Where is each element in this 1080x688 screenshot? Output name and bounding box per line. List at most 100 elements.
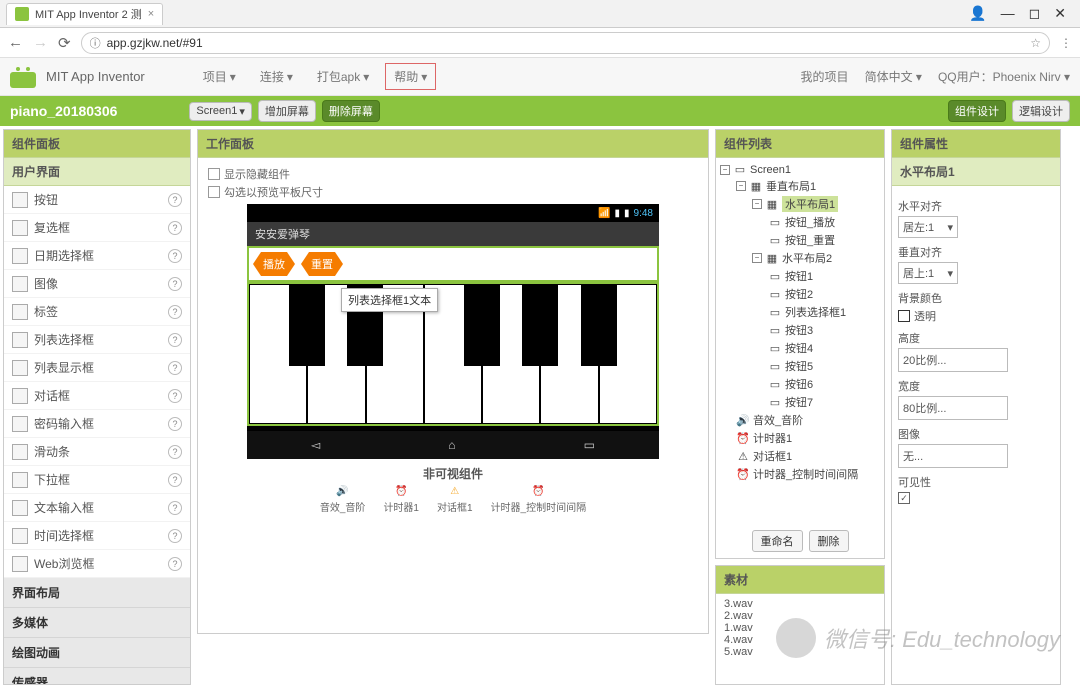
width-input[interactable]: 80比例... [898,396,1008,420]
tree-node[interactable]: ⏰计时器_控制时间间隔 [720,465,880,483]
tree-node[interactable]: 🔊音效_音阶 [720,411,880,429]
palette-item[interactable]: 文本输入框? [4,494,190,522]
close-window-icon[interactable]: ✕ [1054,5,1066,22]
tablet-preview-checkbox[interactable] [208,186,220,198]
menu-connect[interactable]: 连接▾ [252,63,301,90]
user-icon[interactable]: 👤 [969,5,986,22]
palette-item[interactable]: 列表选择框? [4,326,190,354]
halign-select[interactable]: 居左:1▾ [898,216,958,238]
expand-icon[interactable]: − [736,181,746,191]
help-icon[interactable]: ? [168,389,182,403]
h-layout-1[interactable]: 播放 重置 [247,246,659,282]
tree-node[interactable]: ▭按钮_重置 [720,231,880,249]
language-dropdown[interactable]: 简体中文 ▾ [865,68,922,85]
help-icon[interactable]: ? [168,417,182,431]
tree-node[interactable]: −▭Screen1 [720,162,880,177]
palette-item[interactable]: 图像? [4,270,190,298]
palette-item[interactable]: Web浏览框? [4,550,190,578]
tree-node[interactable]: ▭按钮_播放 [720,213,880,231]
help-icon[interactable]: ? [168,193,182,207]
minimize-icon[interactable]: — [1001,5,1015,22]
palette-item[interactable]: 时间选择框? [4,522,190,550]
valign-select[interactable]: 居上:1▾ [898,262,958,284]
black-key[interactable] [289,284,325,366]
delete-screen-button[interactable]: 删除屏幕 [322,100,380,122]
palette-item[interactable]: 按钮? [4,186,190,214]
menu-icon[interactable]: ⋮ [1060,36,1072,50]
invis-sound[interactable]: 🔊音效_音阶 [320,486,366,514]
back-nav-icon[interactable]: ◅ [311,438,320,452]
piano-layout[interactable] [247,282,659,426]
invis-timer2[interactable]: ⏰计时器_控制时间间隔 [491,486,587,514]
palette-cat-user[interactable]: 用户界面 [4,158,190,186]
tree-node[interactable]: −▦水平布局1 [720,195,880,213]
maximize-icon[interactable]: ◻ [1029,5,1041,22]
tree-node[interactable]: ▭按钮4 [720,339,880,357]
palette-item[interactable]: 密码输入框? [4,410,190,438]
expand-icon[interactable]: − [752,199,762,209]
palette-item[interactable]: 日期选择框? [4,242,190,270]
add-screen-button[interactable]: 增加屏幕 [258,100,316,122]
invis-timer1[interactable]: ⏰计时器1 [383,486,419,514]
star-icon[interactable]: ☆ [1030,36,1041,50]
close-tab-icon[interactable]: × [148,8,154,20]
my-projects-link[interactable]: 我的项目 [801,68,849,85]
palette-cat-sensors[interactable]: 传感器 [4,668,190,684]
tree-node[interactable]: −▦垂直布局1 [720,177,880,195]
palette-item[interactable]: 复选框? [4,214,190,242]
menu-project[interactable]: 项目▾ [195,63,244,90]
tree-node[interactable]: ▭按钮1 [720,267,880,285]
palette-cat-media[interactable]: 多媒体 [4,608,190,638]
palette-cat-layout[interactable]: 界面布局 [4,578,190,608]
help-icon[interactable]: ? [168,221,182,235]
rename-button[interactable]: 重命名 [752,530,803,552]
tree-node[interactable]: ⏰计时器1 [720,429,880,447]
help-icon[interactable]: ? [168,249,182,263]
menu-help[interactable]: 帮助▾ [385,63,436,90]
help-icon[interactable]: ? [168,305,182,319]
back-icon[interactable]: ← [8,34,23,51]
black-key[interactable] [464,284,500,366]
palette-item[interactable]: 滑动条? [4,438,190,466]
recent-nav-icon[interactable]: ▭ [584,438,595,452]
black-key[interactable] [581,284,617,366]
tree-node[interactable]: ▭按钮7 [720,393,880,411]
screen-dropdown[interactable]: Screen1▾ [189,102,252,121]
tree-node[interactable]: ⚠对话框1 [720,447,880,465]
help-icon[interactable]: ? [168,473,182,487]
help-icon[interactable]: ? [168,445,182,459]
palette-item[interactable]: 标签? [4,298,190,326]
tree-node[interactable]: ▭按钮5 [720,357,880,375]
height-input[interactable]: 20比例... [898,348,1008,372]
expand-icon[interactable]: − [720,165,730,175]
palette-cat-drawing[interactable]: 绘图动画 [4,638,190,668]
visible-checkbox[interactable]: ✓ [898,492,910,504]
delete-button[interactable]: 删除 [809,530,849,552]
menu-build[interactable]: 打包apk▾ [309,63,377,90]
tree-node[interactable]: ▭按钮6 [720,375,880,393]
play-button[interactable]: 播放 [253,252,295,276]
address-bar[interactable]: ⓘ app.gzjkw.net/#91 ☆ [81,32,1050,54]
palette-item[interactable]: 对话框? [4,382,190,410]
reload-icon[interactable]: ⟳ [58,34,71,52]
media-item[interactable]: 3.wav [724,598,876,610]
help-icon[interactable]: ? [168,557,182,571]
help-icon[interactable]: ? [168,501,182,515]
tree-node[interactable]: ▭列表选择框1 [720,303,880,321]
black-key[interactable] [522,284,558,366]
user-dropdown[interactable]: QQ用户：Phoenix Nirv ▾ [938,68,1070,85]
reset-button[interactable]: 重置 [301,252,343,276]
expand-icon[interactable]: − [752,253,762,263]
help-icon[interactable]: ? [168,277,182,291]
image-input[interactable]: 无... [898,444,1008,468]
forward-icon[interactable]: → [33,34,48,51]
palette-item[interactable]: 列表显示框? [4,354,190,382]
browser-tab[interactable]: MIT App Inventor 2 测 × [6,3,163,25]
help-icon[interactable]: ? [168,361,182,375]
blocks-button[interactable]: 逻辑设计 [1012,100,1070,122]
tree-node[interactable]: ▭按钮2 [720,285,880,303]
home-nav-icon[interactable]: ⌂ [448,438,455,452]
tree-node[interactable]: −▦水平布局2 [720,249,880,267]
tree-node[interactable]: ▭按钮3 [720,321,880,339]
designer-button[interactable]: 组件设计 [948,100,1006,122]
